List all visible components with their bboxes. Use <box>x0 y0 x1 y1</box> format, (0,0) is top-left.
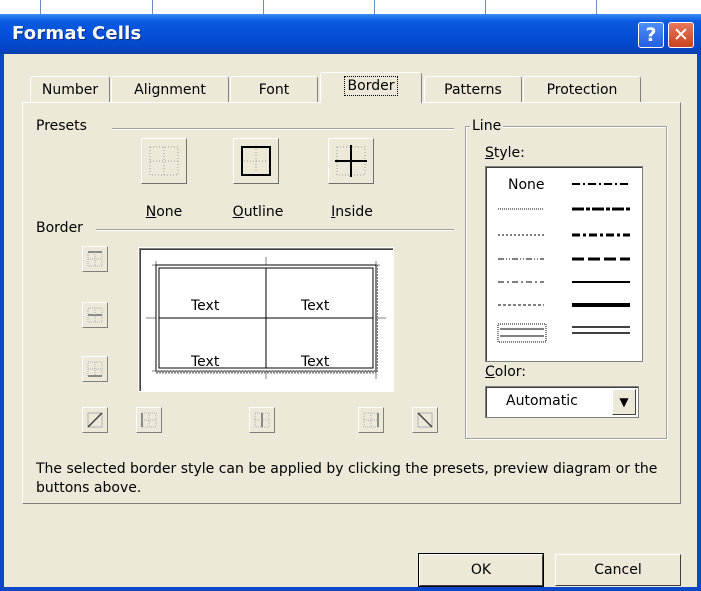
tab-number[interactable]: Number <box>30 76 110 102</box>
column-separator <box>40 0 41 14</box>
tab-font[interactable]: Font <box>230 76 318 102</box>
diagonal-down-icon <box>417 412 433 428</box>
tab-border[interactable]: Border <box>320 72 422 104</box>
preset-outline-button[interactable] <box>233 138 279 184</box>
border-right-icon <box>363 412 379 428</box>
preset-inside-icon <box>335 145 367 177</box>
tab-label: Patterns <box>444 82 502 98</box>
border-group-label: Border <box>34 220 85 236</box>
dialog-frame-left <box>0 54 4 591</box>
preset-outline-icon <box>241 146 271 176</box>
border-inside-horizontal-icon <box>87 307 103 323</box>
column-separator <box>596 0 597 14</box>
cancel-button[interactable]: Cancel <box>555 554 681 586</box>
border-inside-vertical-button[interactable] <box>249 407 275 433</box>
border-inside-horizontal-button[interactable] <box>82 302 108 328</box>
line-group-label: Line <box>470 118 504 134</box>
border-left-button[interactable] <box>136 407 162 433</box>
preset-inside-button[interactable] <box>328 138 374 184</box>
dialog-frame-right <box>697 54 701 591</box>
border-bottom-button[interactable] <box>82 356 108 382</box>
tab-label: Number <box>41 82 99 98</box>
tab-protection[interactable]: Protection <box>523 76 641 102</box>
help-button[interactable]: ? <box>638 22 664 48</box>
format-cells-dialog: Format Cells ? ✕ Number Alignment Font B… <box>0 14 701 591</box>
spreadsheet-header-strip <box>0 0 701 14</box>
column-separator <box>374 0 375 14</box>
column-separator <box>485 0 486 14</box>
border-left-icon <box>141 412 157 428</box>
preset-none-button[interactable] <box>141 138 187 184</box>
border-diagonal-down-button[interactable] <box>412 407 438 433</box>
border-diagonal-up-button[interactable] <box>82 407 108 433</box>
border-top-button[interactable] <box>82 246 108 272</box>
dialog-frame-bottom <box>0 587 701 591</box>
tab-label: Border <box>343 76 399 96</box>
dialog-title: Format Cells <box>12 23 142 44</box>
column-separator <box>263 0 264 14</box>
diagonal-up-icon <box>87 412 103 428</box>
close-button[interactable]: ✕ <box>668 22 694 48</box>
border-inside-vertical-icon <box>254 412 270 428</box>
tab-label: Alignment <box>134 82 206 98</box>
ok-button[interactable]: OK <box>418 553 544 587</box>
preset-none-icon <box>149 146 179 176</box>
border-bottom-icon <box>87 361 103 377</box>
tab-label: Font <box>258 82 290 98</box>
tab-label: Protection <box>546 82 618 98</box>
column-separator <box>152 0 153 14</box>
presets-group-label: Presets <box>34 118 89 134</box>
border-right-button[interactable] <box>358 407 384 433</box>
tab-patterns[interactable]: Patterns <box>424 76 522 102</box>
title-bar[interactable]: Format Cells ? ✕ <box>0 14 701 54</box>
border-top-icon <box>87 251 103 267</box>
tab-alignment[interactable]: Alignment <box>111 76 229 102</box>
